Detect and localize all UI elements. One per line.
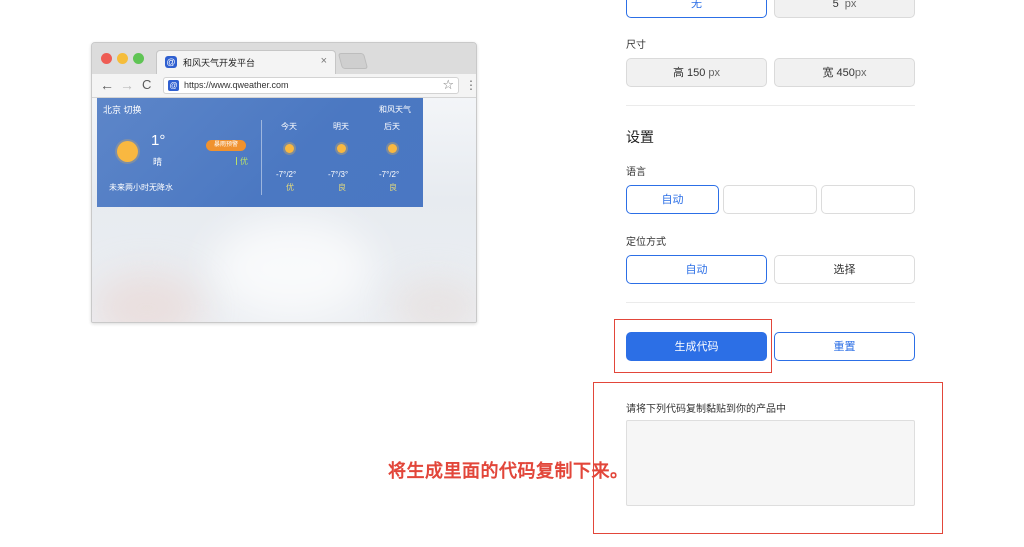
back-arrow-icon[interactable]: ← <box>100 77 114 93</box>
language-option[interactable] <box>723 185 817 214</box>
forecast-temp: -7°/3° <box>328 170 349 179</box>
forecast-day-label: 后天 <box>384 122 400 131</box>
background-cloud <box>392 278 476 322</box>
forecast-aqi: 良 <box>389 183 397 192</box>
reload-icon[interactable]: C <box>142 77 151 92</box>
border-width-field[interactable]: 5 px <box>774 0 915 18</box>
forecast-temp: -7°/2° <box>276 170 297 179</box>
sunny-icon <box>337 144 346 153</box>
border-none-label: 无 <box>691 0 702 10</box>
language-option-label: 自动 <box>661 194 684 206</box>
forward-arrow-icon[interactable]: → <box>120 77 134 93</box>
reset-button[interactable]: 重置 <box>774 332 915 361</box>
browser-tab[interactable]: @ 和风天气开发平台 × <box>156 50 336 74</box>
generate-code-button[interactable]: 生成代码 <box>626 332 767 361</box>
widget-divider <box>261 120 262 195</box>
border-none-option[interactable]: 无 <box>626 0 767 18</box>
rain-forecast-text: 未来两小时无降水 <box>109 183 173 192</box>
sunny-icon <box>117 141 138 162</box>
width-prefix: 宽 <box>822 67 834 79</box>
forecast-day-label: 今天 <box>281 122 297 131</box>
language-option-auto[interactable]: 自动 <box>626 185 719 214</box>
height-field[interactable]: 高 150 px <box>626 58 767 87</box>
border-width-value: 5 <box>832 0 839 10</box>
location-option-label: 选择 <box>833 264 856 276</box>
city-switch-link[interactable]: 北京 切换 <box>103 103 142 116</box>
forecast-aqi: 良 <box>338 183 346 192</box>
new-tab-button[interactable] <box>337 53 369 69</box>
air-quality-label: 优 <box>236 156 248 167</box>
location-option-auto[interactable]: 自动 <box>626 255 767 284</box>
background-cloud <box>92 273 202 322</box>
height-unit: px <box>708 67 721 79</box>
reset-label: 重置 <box>833 341 856 353</box>
bookmark-star-icon[interactable]: ☆ <box>442 77 454 93</box>
language-label: 语言 <box>626 167 646 178</box>
language-option[interactable] <box>821 185 915 214</box>
current-temperature: 1° <box>151 132 166 149</box>
generated-code-textarea[interactable] <box>626 420 915 506</box>
location-method-label: 定位方式 <box>626 237 666 248</box>
url-text: https://www.qweather.com <box>184 80 289 90</box>
forecast-temp: -7°/2° <box>379 170 400 179</box>
border-width-unit: px <box>844 0 857 10</box>
minimize-window-icon[interactable] <box>117 53 128 64</box>
brand-label: 和风天气 <box>379 105 411 114</box>
browser-toolbar: ← → C @ https://www.qweather.com ☆ ⋮ <box>92 74 476 98</box>
copy-instruction-text: 请将下列代码复制黏贴到你的产品中 <box>626 404 786 415</box>
browser-menu-icon[interactable]: ⋮ <box>465 78 476 92</box>
section-divider <box>626 105 915 106</box>
sunny-icon <box>388 144 397 153</box>
location-option-select[interactable]: 选择 <box>774 255 915 284</box>
tab-title: 和风天气开发平台 <box>183 58 256 68</box>
section-divider <box>626 302 915 303</box>
settings-section-title: 设置 <box>626 129 654 145</box>
forecast-day-label: 明天 <box>333 122 349 131</box>
height-prefix: 高 <box>672 67 684 79</box>
current-condition: 晴 <box>153 157 163 167</box>
address-bar[interactable]: @ https://www.qweather.com ☆ <box>163 77 459 94</box>
preview-browser-window: @ 和风天气开发平台 × ← → C @ https://www.qweathe… <box>91 42 477 323</box>
qweather-logo-icon: @ <box>165 56 177 68</box>
height-value: 150 <box>687 67 706 79</box>
browser-titlebar: @ 和风天气开发平台 × <box>92 43 476 74</box>
background-cloud <box>212 218 372 318</box>
sunny-icon <box>285 144 294 153</box>
weather-widget[interactable]: 北京 切换 和风天气 1° 晴 暴雨预警 优 未来两小时无降水 今天 明天 后天… <box>97 98 423 207</box>
annotation-text: 将生成里面的代码复制下来。 <box>388 461 629 481</box>
width-unit: px <box>854 67 867 79</box>
size-label: 尺寸 <box>626 40 646 51</box>
generate-code-label: 生成代码 <box>674 341 719 353</box>
location-option-label: 自动 <box>685 264 708 276</box>
maximize-window-icon[interactable] <box>133 53 144 64</box>
weather-alert-badge[interactable]: 暴雨预警 <box>206 140 246 151</box>
width-field[interactable]: 宽 450px <box>774 58 915 87</box>
close-window-icon[interactable] <box>101 53 112 64</box>
tab-close-icon[interactable]: × <box>321 55 327 67</box>
forecast-aqi: 优 <box>286 183 294 192</box>
width-value: 450 <box>836 67 855 79</box>
site-favicon-icon: @ <box>168 80 179 91</box>
